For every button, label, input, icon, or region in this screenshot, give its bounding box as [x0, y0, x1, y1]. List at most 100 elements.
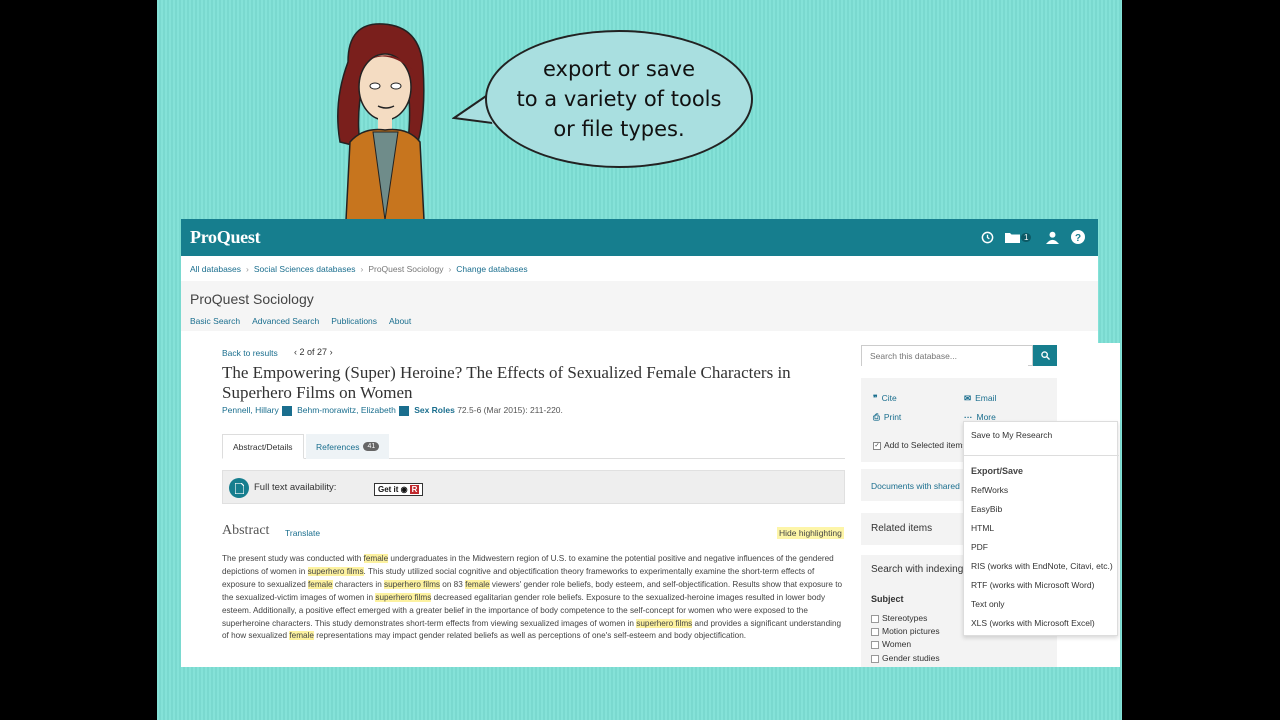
- chevron-right-icon: ›: [360, 264, 364, 274]
- database-title: ProQuest Sociology: [190, 291, 314, 307]
- highlighted-term: superhero films: [384, 579, 441, 589]
- article-tabs: Abstract/Details References 41: [222, 434, 845, 459]
- search-button[interactable]: [1033, 345, 1057, 366]
- translate-link[interactable]: Translate: [285, 528, 320, 538]
- result-pager: ‹ 2 of 27 ›: [294, 347, 333, 357]
- user-icon[interactable]: [1044, 229, 1060, 245]
- cite-button[interactable]: ❞ Cite: [873, 393, 897, 404]
- author-line: Pennell, Hillary Behm-morawitz, Elizabet…: [222, 405, 563, 416]
- export-html-item[interactable]: HTML: [971, 523, 994, 533]
- highlighted-term: female: [289, 631, 314, 641]
- subject-checkbox[interactable]: Motion pictures: [871, 626, 940, 636]
- subject-label: Stereotypes: [882, 613, 928, 623]
- highlighted-term: superhero films: [636, 618, 693, 628]
- chevron-right-icon: ›: [448, 264, 452, 274]
- save-to-my-research-item[interactable]: Save to My Research: [971, 430, 1052, 440]
- publications-link[interactable]: Publications: [331, 316, 377, 326]
- change-databases-link[interactable]: Change databases: [456, 264, 527, 274]
- pager-position: 2 of 27: [299, 347, 328, 357]
- author-link[interactable]: Pennell, Hillary: [222, 405, 279, 415]
- subject-heading: Subject: [871, 594, 904, 604]
- full-text-label: Full text availability:: [254, 482, 337, 493]
- subject-label: Motion pictures: [882, 626, 940, 636]
- subject-checkbox[interactable]: Gender studies: [871, 653, 940, 663]
- get-it-label: Get it: [378, 485, 399, 494]
- get-it-logo-icon: R: [409, 485, 420, 494]
- back-to-results-link[interactable]: Back to results: [222, 348, 278, 358]
- email-button[interactable]: ✉ Email: [964, 393, 996, 404]
- hide-highlighting-button[interactable]: Hide highlighting: [777, 527, 844, 539]
- tab-references[interactable]: References 41: [306, 434, 390, 459]
- checkbox-icon: [871, 614, 879, 623]
- more-dropdown-menu: Save to My Research Export/Save RefWorks…: [963, 421, 1119, 636]
- breadcrumb-social-sciences[interactable]: Social Sciences databases: [254, 264, 356, 274]
- quote-icon: ❞: [873, 393, 878, 403]
- highlighted-term: superhero films: [307, 566, 364, 576]
- journal-link[interactable]: Sex Roles: [414, 405, 455, 415]
- proquest-window: ProQuest 1 ? All databases › Social Scienc…: [181, 219, 1098, 667]
- breadcrumb-current: ProQuest Sociology: [368, 264, 444, 274]
- get-it-button[interactable]: Get it ◉ R: [374, 483, 424, 496]
- folder-count-badge: 1: [1021, 233, 1032, 242]
- help-icon[interactable]: ?: [1070, 229, 1086, 245]
- history-icon[interactable]: [979, 229, 995, 245]
- search-icon: [1040, 351, 1050, 360]
- author-profile-icon[interactable]: [398, 405, 409, 416]
- chevron-right-icon: ›: [246, 264, 249, 274]
- checkbox-icon: [871, 640, 879, 649]
- article-title: The Empowering (Super) Heroine? The Effe…: [222, 363, 791, 402]
- subject-checkbox[interactable]: Women: [871, 639, 911, 649]
- svg-text:?: ?: [1075, 233, 1081, 244]
- previous-arrow-icon[interactable]: ‹: [294, 347, 297, 357]
- export-pdf-item[interactable]: PDF: [971, 542, 988, 552]
- email-label: Email: [975, 393, 997, 403]
- related-items-heading[interactable]: Related items: [871, 523, 932, 534]
- author-link[interactable]: Behm-morawitz, Elizabeth: [297, 405, 396, 415]
- print-button[interactable]: ⎙ Print: [873, 412, 901, 423]
- abstract-segment: characters in: [332, 579, 385, 589]
- abstract-heading: Abstract: [222, 523, 270, 538]
- export-refworks-item[interactable]: RefWorks: [971, 485, 1008, 495]
- highlighted-term: female: [363, 554, 389, 563]
- author-profile-icon[interactable]: [281, 405, 292, 416]
- folder-icon[interactable]: [1004, 229, 1020, 245]
- search-nav: Basic Search Advanced Search Publications A…: [190, 316, 423, 326]
- references-count-badge: 41: [363, 442, 380, 451]
- basic-search-link[interactable]: Basic Search: [190, 316, 240, 326]
- cartoon-girl-illustration: [337, 23, 425, 220]
- next-arrow-icon[interactable]: ›: [330, 347, 333, 357]
- database-search-box: [861, 345, 1033, 366]
- about-link[interactable]: About: [389, 316, 411, 326]
- add-to-selected-checkbox[interactable]: ✓ Add to Selected items: [873, 440, 967, 450]
- search-indexing-heading[interactable]: Search with indexing: [871, 564, 963, 575]
- abstract-segment: on 83: [440, 579, 466, 589]
- subject-label: Women: [882, 639, 912, 649]
- abstract-text: The present study was conducted with fem…: [222, 553, 845, 643]
- proquest-logo[interactable]: ProQuest: [190, 227, 261, 248]
- export-rtf-item[interactable]: RTF (works with Microsoft Word): [971, 580, 1094, 590]
- checkbox-icon: ✓: [873, 441, 881, 450]
- subject-label: Gender studies: [882, 653, 940, 663]
- breadcrumb: All databases › Social Sciences databases ›…: [190, 264, 528, 274]
- export-xls-item[interactable]: XLS (works with Microsoft Excel): [971, 618, 1095, 628]
- tab-abstract-details[interactable]: Abstract/Details: [222, 434, 304, 459]
- abstract-segment: The present study was conducted with: [222, 554, 364, 563]
- export-text-only-item[interactable]: Text only: [971, 599, 1005, 609]
- documents-shared-link[interactable]: Documents with shared: [871, 481, 960, 491]
- advanced-search-link[interactable]: Advanced Search: [252, 316, 319, 326]
- checkbox-icon: [871, 654, 879, 663]
- tab-label: Abstract/Details: [233, 441, 293, 452]
- breadcrumb-all-databases[interactable]: All databases: [190, 264, 241, 274]
- checkbox-icon: [871, 627, 879, 636]
- export-ris-item[interactable]: RIS (works with EndNote, Citavi, etc.): [971, 561, 1113, 571]
- top-bar: ProQuest 1 ?: [181, 219, 1098, 256]
- cite-label: Cite: [881, 393, 897, 403]
- highlighted-term: superhero films: [375, 592, 432, 602]
- add-selected-label: Add to Selected items: [884, 440, 967, 450]
- export-easybib-item[interactable]: EasyBib: [971, 504, 1002, 514]
- subject-checkbox[interactable]: Stereotypes: [871, 613, 927, 623]
- speech-bubble-text: export or save to a variety of tools or …: [516, 57, 722, 141]
- speech-bubble: export or save to a variety of tools or …: [485, 30, 753, 168]
- database-search-input[interactable]: [862, 346, 1028, 366]
- tab-label: References: [316, 441, 360, 452]
